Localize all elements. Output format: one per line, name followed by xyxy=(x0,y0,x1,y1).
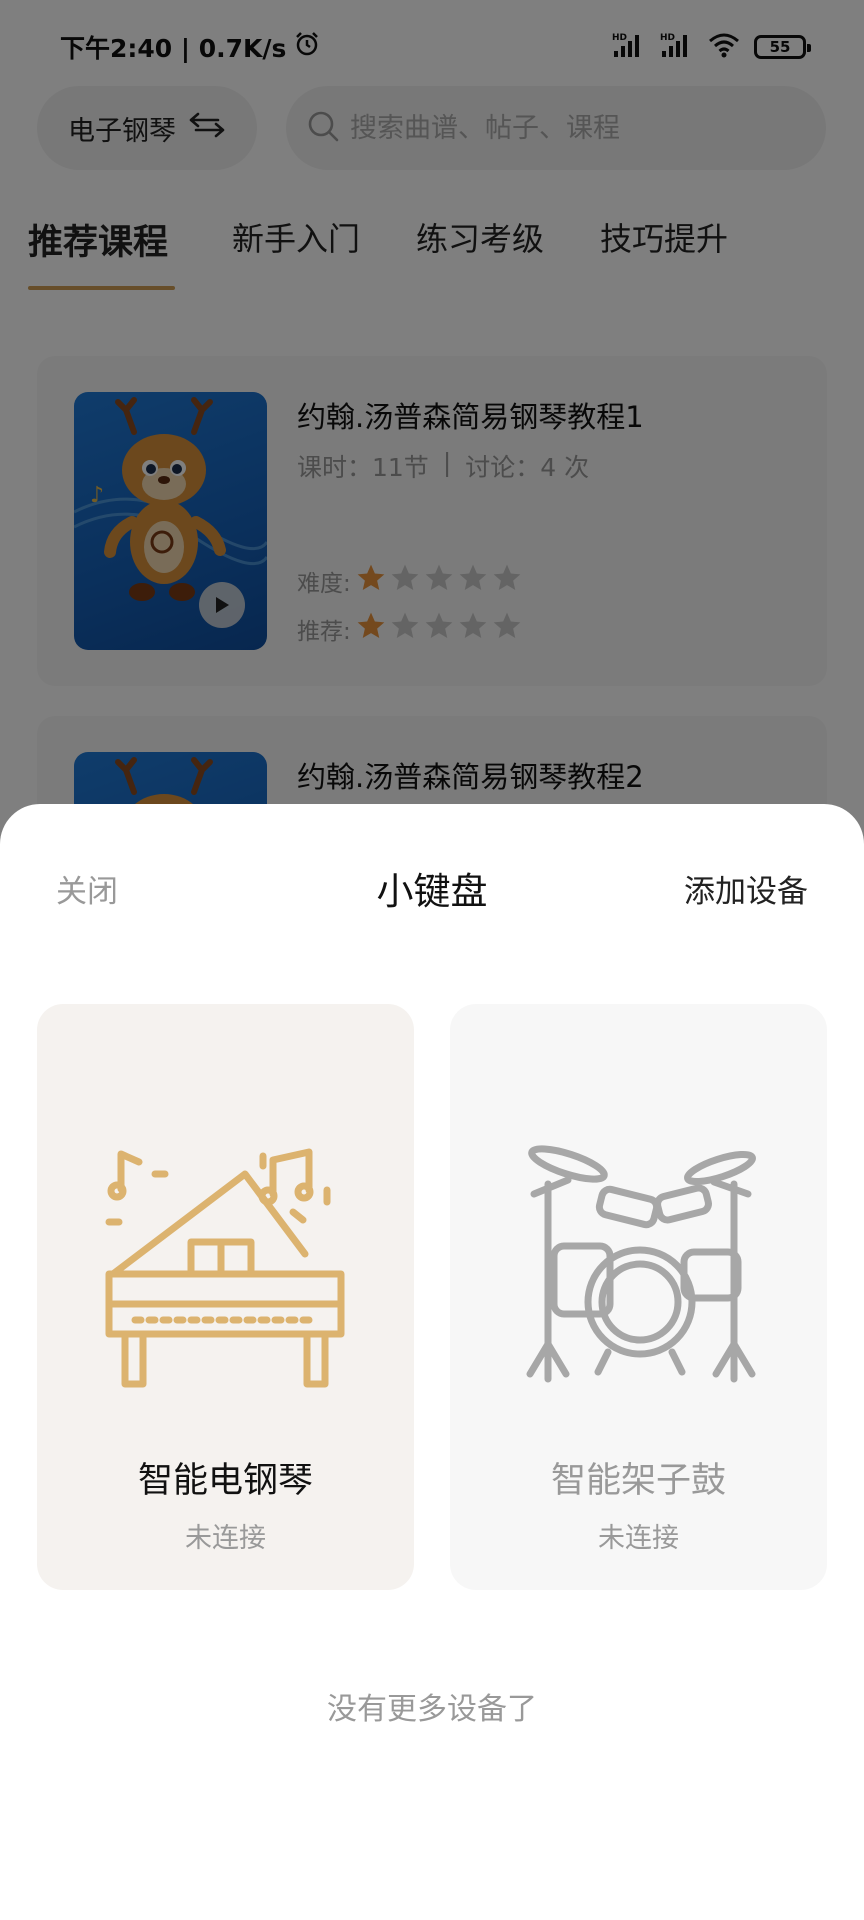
device-name: 智能电钢琴 xyxy=(137,1461,313,1501)
device-status: 未连接 xyxy=(598,1523,679,1554)
add-device-button[interactable]: 添加设备 xyxy=(684,866,808,911)
no-more-devices-text: 没有更多设备了 xyxy=(327,1692,537,1727)
device-card-piano[interactable]: 智能电钢琴 未连接 xyxy=(37,1004,414,1590)
drum-kit-icon xyxy=(526,1145,756,1383)
piano-icon xyxy=(105,1148,345,1388)
device-name: 智能架子鼓 xyxy=(550,1461,726,1501)
device-status: 未连接 xyxy=(185,1523,266,1554)
device-card-drum[interactable]: 智能架子鼓 未连接 xyxy=(450,1004,827,1590)
device-picker-sheet: 关闭 小键盘 添加设备 智能电钢琴 未连接 智能架子鼓 未连接 没有更多设备了 xyxy=(0,804,864,1920)
